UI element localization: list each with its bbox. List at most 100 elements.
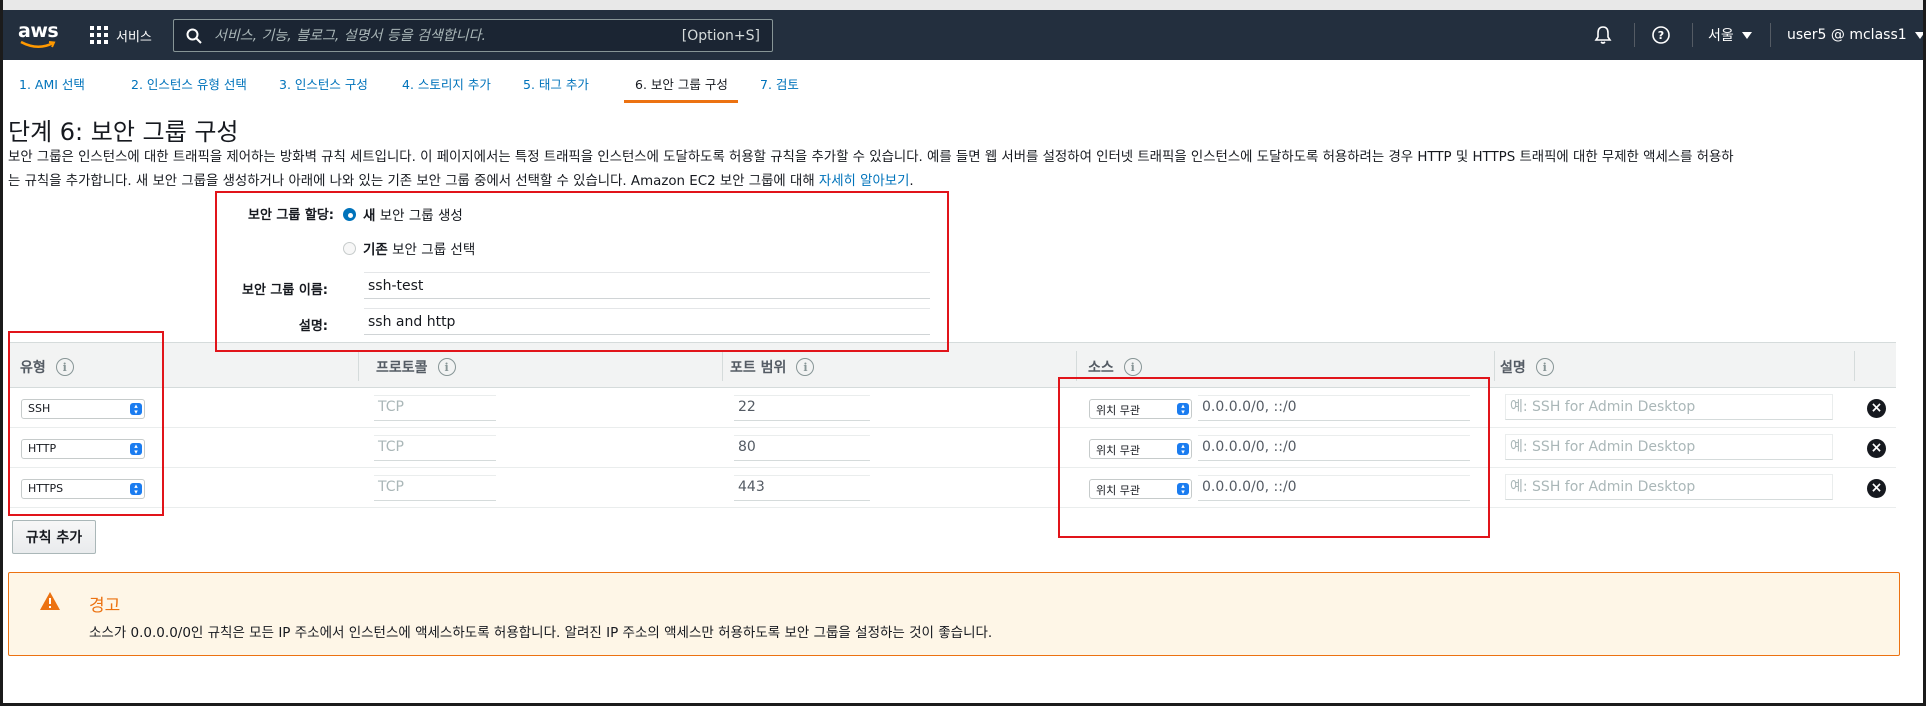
column-divider: [1854, 351, 1855, 381]
radio-selected-icon: [343, 207, 356, 221]
nav-separator: [1634, 23, 1635, 47]
help-button[interactable]: ?: [1651, 10, 1671, 60]
source-select-value: 위치 무관: [1096, 484, 1140, 497]
sg-name-input[interactable]: [364, 272, 930, 299]
table-row: SSH TCP 22 위치 무관 0.0.0.0/0, ::/0 ×: [8, 388, 1896, 428]
delete-rule-icon[interactable]: ×: [1867, 439, 1886, 458]
global-search[interactable]: [Option+S]: [173, 19, 773, 52]
warning-title: 경고: [89, 596, 121, 616]
delete-rule-icon[interactable]: ×: [1867, 399, 1886, 418]
step-tab-review[interactable]: 7. 검토: [760, 74, 799, 93]
info-icon[interactable]: i: [1535, 358, 1554, 376]
delete-rule-icon[interactable]: ×: [1867, 479, 1886, 498]
header-protocol-label: 프로토콜: [376, 360, 428, 376]
aws-logo[interactable]: aws: [18, 18, 59, 52]
header-source: 소스 i: [1088, 357, 1142, 377]
wizard-steps: 1. AMI 선택 2. 인스턴스 유형 선택 3. 인스턴스 구성 4. 스토…: [0, 68, 1926, 103]
type-select[interactable]: SSH: [21, 399, 145, 419]
header-source-label: 소스: [1088, 360, 1114, 376]
column-divider: [1494, 351, 1495, 381]
header-description: 설명 i: [1500, 357, 1554, 377]
account-label: user5 @ mclass1: [1787, 27, 1907, 43]
type-select[interactable]: HTTP: [21, 439, 145, 459]
port-range-field[interactable]: 22: [734, 395, 870, 421]
search-shortcut-hint: [Option+S]: [681, 27, 760, 44]
type-select[interactable]: HTTPS: [21, 479, 145, 499]
source-select[interactable]: 위치 무관: [1089, 399, 1192, 419]
aws-smile-icon: [20, 40, 56, 48]
help-icon: ?: [1652, 26, 1670, 44]
info-icon[interactable]: i: [55, 358, 74, 376]
radio-existing-bold: 기존: [363, 242, 388, 258]
browser-tab-strip: [0, 0, 1926, 10]
step-tab-configure-instance[interactable]: 3. 인스턴스 구성: [279, 74, 368, 93]
svg-text:?: ?: [1658, 29, 1664, 42]
header-port-label: 포트 범위: [730, 360, 787, 376]
source-select[interactable]: 위치 무관: [1089, 479, 1192, 499]
port-range-field[interactable]: 80: [734, 435, 870, 461]
step-tab-instance-type[interactable]: 2. 인스턴스 유형 선택: [131, 74, 247, 93]
info-icon[interactable]: i: [1123, 358, 1142, 376]
select-stepper-icon: [1177, 403, 1189, 415]
step-tab-ami[interactable]: 1. AMI 선택: [19, 74, 85, 93]
type-select-value: HTTPS: [28, 482, 64, 495]
region-selector[interactable]: 서울: [1708, 10, 1752, 60]
protocol-field: TCP: [374, 395, 496, 421]
page-title: 단계 6: 보안 그룹 구성: [8, 118, 239, 146]
radio-existing-sg[interactable]: 기존 보안 그룹 선택: [343, 238, 475, 258]
table-row: HTTPS TCP 443 위치 무관 0.0.0.0/0, ::/0 ×: [8, 468, 1896, 508]
radio-unselected-icon: [343, 241, 356, 255]
account-menu[interactable]: user5 @ mclass1: [1787, 10, 1925, 60]
header-type: 유형 i: [20, 357, 74, 377]
protocol-field: TCP: [374, 435, 496, 461]
column-divider: [1076, 351, 1077, 381]
description-line-2: 는 규칙을 추가합니다. 새 보안 그룹을 생성하거나 아래에 나와 있는 기존…: [8, 170, 1908, 194]
aws-top-nav: aws 서비스 [Option+S] ? 서울: [0, 10, 1926, 60]
source-select-value: 위치 무관: [1096, 444, 1140, 457]
column-divider: [358, 351, 359, 381]
source-cidr-field[interactable]: 0.0.0.0/0, ::/0: [1198, 435, 1470, 461]
rule-description-input[interactable]: [1505, 434, 1833, 460]
source-cidr-field[interactable]: 0.0.0.0/0, ::/0: [1198, 475, 1470, 501]
learn-more-link[interactable]: 자세히 알아보기: [819, 174, 910, 189]
caret-down-icon: [1914, 31, 1925, 39]
nav-separator: [1770, 23, 1771, 47]
caret-down-icon: [1741, 31, 1752, 39]
notifications-button[interactable]: [1593, 10, 1613, 60]
bell-icon: [1594, 26, 1612, 44]
rule-description-input[interactable]: [1505, 394, 1833, 420]
services-menu[interactable]: 서비스: [90, 24, 152, 46]
nav-separator: [1692, 23, 1693, 47]
warning-text: 소스가 0.0.0.0/0인 규칙은 모든 IP 주소에서 인스턴스에 액세스하…: [89, 625, 993, 641]
radio-new-bold: 새: [363, 208, 376, 224]
port-range-field[interactable]: 443: [734, 475, 870, 501]
step-tab-tags[interactable]: 5. 태그 추가: [523, 74, 589, 93]
protocol-field: TCP: [374, 475, 496, 501]
sg-description-label: 설명:: [298, 319, 328, 334]
step-tab-security-group[interactable]: 6. 보안 그룹 구성: [635, 74, 728, 93]
rule-description-input[interactable]: [1505, 474, 1833, 500]
rules-table-header: 유형 i 프로토콜 i 포트 범위 i 소스 i 설명 i: [8, 342, 1896, 388]
info-icon[interactable]: i: [437, 358, 456, 376]
header-port-range: 포트 범위 i: [730, 357, 815, 377]
search-icon: [186, 28, 202, 44]
source-select[interactable]: 위치 무관: [1089, 439, 1192, 459]
services-label: 서비스: [116, 29, 152, 45]
assign-sg-label: 보안 그룹 할당:: [247, 208, 334, 223]
select-stepper-icon: [130, 443, 142, 455]
radio-new-label: 보안 그룹 생성: [379, 208, 463, 224]
source-cidr-field[interactable]: 0.0.0.0/0, ::/0: [1198, 395, 1470, 421]
header-type-label: 유형: [20, 360, 46, 376]
sg-description-input[interactable]: [364, 308, 930, 335]
info-icon[interactable]: i: [796, 358, 815, 376]
description-text: 는 규칙을 추가합니다. 새 보안 그룹을 생성하거나 아래에 나와 있는 기존…: [8, 174, 815, 189]
step-tab-storage[interactable]: 4. 스토리지 추가: [402, 74, 491, 93]
active-step-indicator: [624, 100, 738, 103]
search-input[interactable]: [214, 27, 682, 44]
radio-new-sg[interactable]: 새 보안 그룹 생성: [343, 204, 463, 224]
header-description-label: 설명: [1500, 360, 1526, 376]
region-label: 서울: [1708, 28, 1734, 44]
description-line-1: 보안 그룹은 인스턴스에 대한 트래픽을 제어하는 방화벽 규칙 세트입니다. …: [8, 150, 1734, 165]
header-protocol: 프로토콜 i: [376, 357, 456, 377]
add-rule-button[interactable]: 규칙 추가: [12, 520, 96, 554]
